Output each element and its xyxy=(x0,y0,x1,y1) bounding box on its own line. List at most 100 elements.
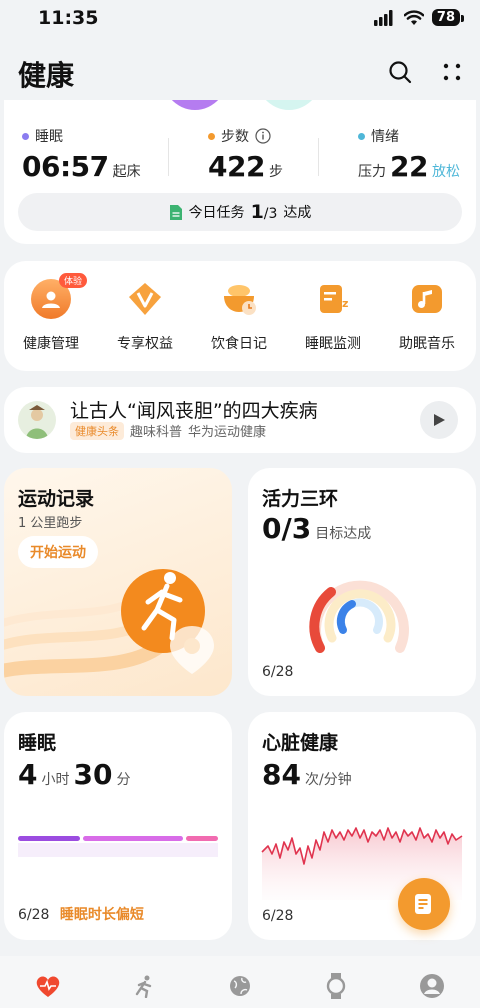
trial-badge: 体验 xyxy=(58,273,87,288)
nav-exercise[interactable] xyxy=(96,956,192,1008)
wifi-icon xyxy=(403,9,424,25)
sleep-hours: 4 xyxy=(18,758,38,791)
sleep-note: 睡眠时长偏短 xyxy=(59,907,144,923)
divider xyxy=(318,138,319,176)
task-total: /3 xyxy=(263,206,278,222)
wake-time-value: 06:57 xyxy=(22,150,109,183)
shortcut-sleep-monitor[interactable]: z 睡眠监测 xyxy=(288,279,378,353)
nav-me[interactable] xyxy=(384,956,480,1008)
daily-summary-card[interactable]: 睡眠 06:57 起床 步数 422 步 情绪 压力 22 放松 今日任务 1/3 达成 xyxy=(4,100,476,244)
status-icons: 78 xyxy=(373,9,465,26)
status-time: 11:35 xyxy=(38,7,99,29)
mood-ring-decoration xyxy=(254,100,324,110)
heart-title: 心脏健康 xyxy=(262,732,339,754)
shortcut-label: 专享权益 xyxy=(117,336,173,352)
sleep-music-icon xyxy=(407,279,447,319)
shortcut-row: 体验 健康管理 专享权益 饮食日记 z 睡眠监测 助眠音乐 xyxy=(4,261,476,371)
hours-unit: 小时 xyxy=(41,772,70,788)
stress-label: 压力 xyxy=(358,164,386,180)
heart-rate-row: 84 次/分钟 xyxy=(262,758,352,791)
vip-rights-icon xyxy=(125,279,165,319)
status-bar: 11:35 78 xyxy=(0,0,480,40)
daily-task-bar[interactable]: 今日任务 1/3 达成 xyxy=(18,193,462,231)
wake-label: 起床 xyxy=(112,164,141,180)
health-news-card[interactable]: 让古人“闻风丧胆”的四大疾病 健康头条 趣味科普 华为运动健康 xyxy=(4,387,476,453)
nav-devices[interactable] xyxy=(288,956,384,1008)
shortcut-diet-diary[interactable]: 饮食日记 xyxy=(194,279,284,353)
rings-value-row: 0/3 目标达成 xyxy=(262,512,371,545)
rings-date: 6/28 xyxy=(262,664,294,680)
page-title: 健康 xyxy=(18,59,75,92)
play-button[interactable] xyxy=(420,401,458,439)
record-fab-button[interactable] xyxy=(398,878,450,930)
news-meta: 健康头条 趣味科普 华为运动健康 xyxy=(70,421,266,440)
stress-value: 22 xyxy=(390,150,428,183)
edit-note-icon xyxy=(415,894,431,914)
bottom-nav xyxy=(0,956,480,1008)
heart-rate-unit: 次/分钟 xyxy=(304,772,352,788)
task-label: 今日任务 xyxy=(188,205,245,221)
sleep-duration-row: 4 小时 30 分 xyxy=(18,758,130,791)
sleep-stage-bar xyxy=(18,836,218,857)
rings-unit: 目标达成 xyxy=(315,526,372,542)
shortcut-label: 睡眠监测 xyxy=(305,336,361,352)
sleep-title: 睡眠 xyxy=(18,732,57,754)
app-header: 健康 xyxy=(0,44,480,100)
shortcut-health-manage[interactable]: 体验 健康管理 xyxy=(6,273,96,353)
globe-icon xyxy=(226,972,254,1000)
news-thumbnail xyxy=(18,401,56,439)
news-title: 让古人“闻风丧胆”的四大疾病 xyxy=(70,400,318,422)
steps-label: 步数 xyxy=(221,129,249,145)
health-manage-icon: 体验 xyxy=(31,273,87,319)
steps-unit: 步 xyxy=(268,164,283,180)
sleep-card[interactable]: 睡眠 4 小时 30 分 6/28 睡眠时长偏短 xyxy=(4,712,232,940)
sport-record-card[interactable]: 运动记录 1 公里跑步 开始运动 xyxy=(4,468,232,696)
shortcut-label: 助眠音乐 xyxy=(399,336,455,352)
sleep-dot xyxy=(22,132,29,140)
search-button[interactable] xyxy=(384,56,416,88)
heart-icon xyxy=(34,972,62,1000)
nav-discover[interactable] xyxy=(192,956,288,1008)
more-dots-icon xyxy=(443,63,461,81)
steps-value: 422 xyxy=(208,150,265,183)
divider xyxy=(168,138,169,176)
sleep-ring-decoration xyxy=(160,100,230,110)
task-doc-icon xyxy=(169,204,182,220)
search-icon xyxy=(389,61,412,84)
activity-rings-chart xyxy=(309,580,409,653)
heart-rate-value: 84 xyxy=(262,758,301,791)
sleep-label: 睡眠 xyxy=(35,129,63,145)
steps-dot xyxy=(208,132,215,140)
shortcut-sleep-music[interactable]: 助眠音乐 xyxy=(382,279,472,353)
nav-health[interactable] xyxy=(0,956,96,1008)
running-icon xyxy=(130,972,158,1000)
play-icon xyxy=(434,414,445,426)
rings-title: 活力三环 xyxy=(262,488,339,510)
diet-diary-icon xyxy=(219,279,259,319)
task-suffix: 达成 xyxy=(283,205,312,221)
news-source: 华为运动健康 xyxy=(188,425,267,440)
mood-metric[interactable]: 情绪 压力 22 放松 xyxy=(358,126,460,183)
sleep-metric[interactable]: 睡眠 06:57 起床 xyxy=(22,126,141,183)
shortcut-vip-rights[interactable]: 专享权益 xyxy=(100,279,190,353)
svg-text:z: z xyxy=(342,297,348,310)
steps-metric[interactable]: 步数 422 步 xyxy=(208,126,283,183)
vitality-rings-card[interactable]: 活力三环 0/3 目标达成 6/28 xyxy=(248,468,476,696)
more-button[interactable] xyxy=(436,56,468,88)
watch-icon xyxy=(322,972,350,1000)
signal-icon xyxy=(373,9,393,26)
sleep-date: 6/28 xyxy=(18,907,50,923)
shortcut-label: 饮食日记 xyxy=(211,336,267,352)
stress-status: 放松 xyxy=(431,164,460,180)
heart-date: 6/28 xyxy=(262,908,294,924)
news-tag: 健康头条 xyxy=(70,421,124,440)
info-icon[interactable] xyxy=(255,128,271,144)
avatar-icon xyxy=(418,972,446,1000)
shortcut-label: 健康管理 xyxy=(23,336,79,352)
sleep-footer: 6/28 睡眠时长偏短 xyxy=(18,904,144,924)
running-track-illustration xyxy=(4,569,214,678)
minutes-unit: 分 xyxy=(116,772,131,788)
battery-indicator: 78 xyxy=(431,9,465,26)
mood-dot xyxy=(358,132,365,140)
task-done-count: 1 xyxy=(250,201,264,223)
